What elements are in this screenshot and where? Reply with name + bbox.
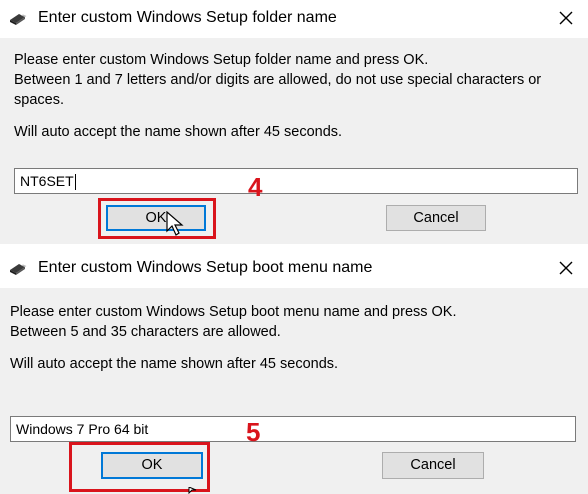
- boot-menu-name-dialog: Enter custom Windows Setup boot menu nam…: [0, 250, 588, 494]
- mouse-cursor-icon: [188, 487, 197, 494]
- cancel-button[interactable]: Cancel: [382, 452, 484, 479]
- boot-menu-name-input[interactable]: Windows 7 Pro 64 bit: [10, 416, 576, 442]
- close-icon[interactable]: [554, 6, 578, 30]
- usb-drive-icon: [10, 264, 27, 275]
- instruction-line-1: Please enter custom Windows Setup boot m…: [10, 304, 457, 320]
- instruction-line-2: Between 1 and 7 letters and/or digits ar…: [14, 72, 542, 88]
- ok-button[interactable]: OK: [101, 452, 203, 479]
- text-caret: [74, 174, 76, 191]
- cancel-button[interactable]: Cancel: [386, 205, 486, 231]
- timeout-text: Will auto accept the name shown after 45…: [14, 124, 343, 140]
- usb-drive-icon: [10, 14, 27, 25]
- folder-name-dialog: Enter custom Windows Setup folder name P…: [0, 0, 588, 244]
- ok-button[interactable]: OK: [106, 205, 206, 231]
- dialog-body: Please enter custom Windows Setup boot m…: [0, 288, 588, 494]
- mouse-cursor-icon: [166, 211, 184, 236]
- step-number: 4: [248, 172, 263, 202]
- dialog-body: Please enter custom Windows Setup folder…: [0, 38, 588, 244]
- close-icon[interactable]: [554, 256, 578, 280]
- step-number: 5: [246, 417, 261, 447]
- instruction-line-1: Please enter custom Windows Setup folder…: [14, 52, 429, 68]
- input-value: NT6SET: [20, 173, 74, 189]
- timeout-text: Will auto accept the name shown after 45…: [10, 356, 339, 372]
- dialog-title: Enter custom Windows Setup boot menu nam…: [38, 259, 373, 276]
- instruction-line-3: spaces.: [14, 92, 64, 108]
- title-bar[interactable]: Enter custom Windows Setup boot menu nam…: [0, 250, 588, 288]
- title-bar[interactable]: Enter custom Windows Setup folder name: [0, 0, 588, 38]
- instruction-line-2: Between 5 and 35 characters are allowed.: [10, 324, 281, 340]
- input-value: Windows 7 Pro 64 bit: [16, 421, 149, 437]
- dialog-title: Enter custom Windows Setup folder name: [38, 9, 337, 26]
- folder-name-input[interactable]: NT6SET: [14, 168, 578, 194]
